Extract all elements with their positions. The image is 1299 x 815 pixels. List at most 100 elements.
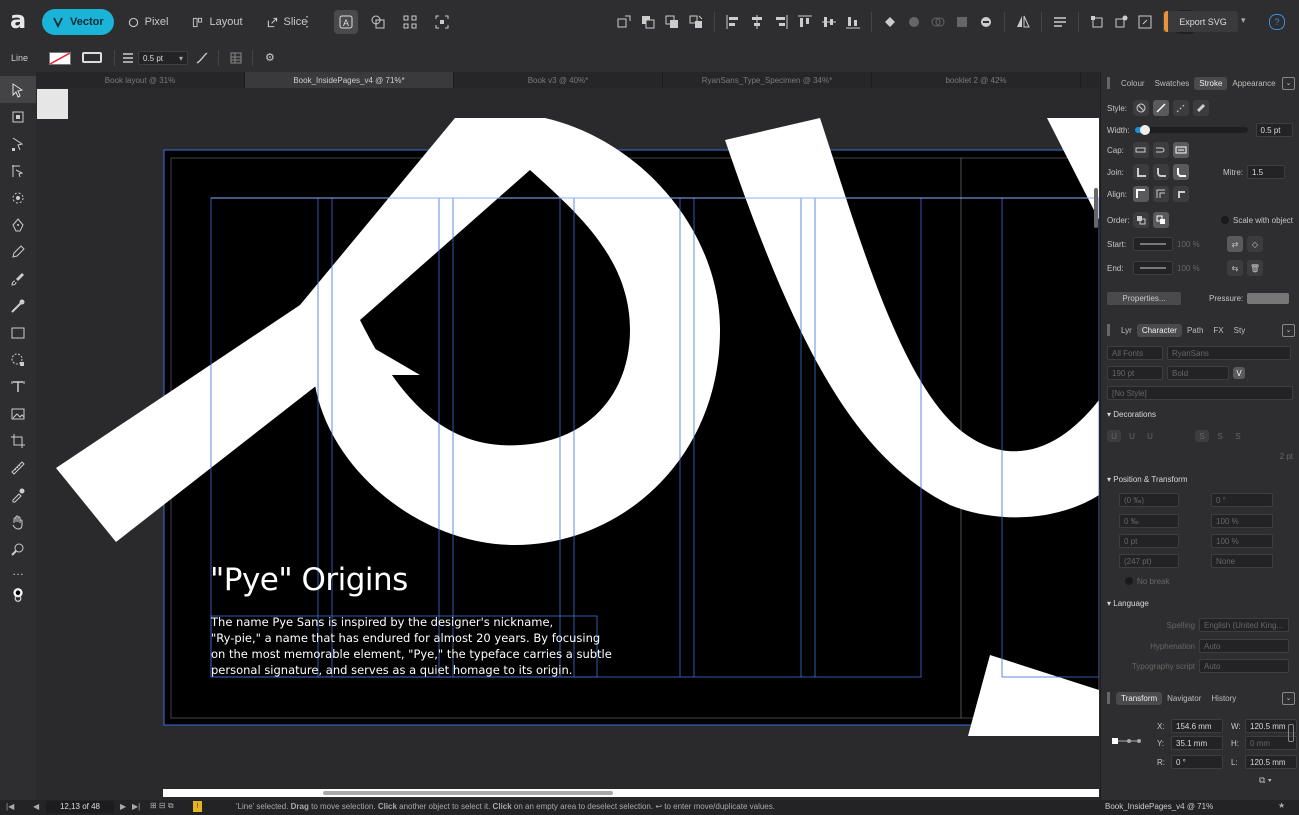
- contour-tool-icon[interactable]: [0, 184, 36, 211]
- zoom-tool-icon[interactable]: [0, 535, 36, 562]
- text-style-field[interactable]: [No Style]: [1107, 386, 1293, 400]
- dashed-line-icon[interactable]: [1173, 100, 1189, 116]
- decorations-header[interactable]: ▾ Decorations: [1101, 406, 1299, 422]
- x-field[interactable]: 154.6 mm: [1171, 719, 1223, 733]
- persona-vector[interactable]: Vector: [42, 9, 114, 35]
- body-text-frame[interactable]: The name Pye Sans is inspired by the des…: [211, 614, 612, 678]
- bevel-join-icon[interactable]: [1173, 164, 1189, 180]
- typography-field[interactable]: Auto: [1199, 659, 1289, 673]
- transform-icon[interactable]: [612, 10, 636, 34]
- hand-tool-icon[interactable]: [0, 508, 36, 535]
- align-middle-icon[interactable]: [817, 10, 841, 34]
- snapping-icon[interactable]: [430, 10, 454, 34]
- export-dropdown-icon[interactable]: ▾: [1241, 15, 1246, 26]
- pressure-graph[interactable]: [1247, 292, 1290, 304]
- subtract-icon[interactable]: [902, 10, 926, 34]
- baseline-field[interactable]: 0 pt: [1119, 534, 1179, 548]
- node-tool-icon[interactable]: [0, 130, 36, 157]
- measure-tool-icon[interactable]: [0, 454, 36, 481]
- horizontal-scale-field[interactable]: 100 %: [1211, 514, 1273, 528]
- shear-field[interactable]: 0 °: [1211, 493, 1273, 507]
- text-frame-icon[interactable]: A: [334, 10, 358, 34]
- case-field[interactable]: None: [1211, 554, 1273, 568]
- pencil-tool-icon[interactable]: [0, 238, 36, 265]
- tab-transform[interactable]: Transform: [1116, 691, 1163, 705]
- r-field[interactable]: 0 °: [1171, 755, 1223, 769]
- strike-style-icon[interactable]: S: [1231, 430, 1245, 442]
- picture-frame-icon[interactable]: [0, 400, 36, 427]
- align-right-icon[interactable]: [769, 10, 793, 34]
- help-icon[interactable]: ?: [1269, 14, 1285, 30]
- hyphenation-field[interactable]: Auto: [1199, 639, 1289, 653]
- move-forward-icon[interactable]: [660, 10, 684, 34]
- texture-line-icon[interactable]: [1193, 100, 1209, 116]
- width-slider-knob[interactable]: [1139, 125, 1150, 135]
- position-transform-header[interactable]: ▾ Position & Transform: [1101, 471, 1299, 487]
- favorite-icon[interactable]: ★: [1278, 801, 1285, 810]
- last-page-icon[interactable]: ▶|: [132, 802, 140, 811]
- round-cap-icon[interactable]: [1153, 142, 1169, 158]
- tab-path[interactable]: Path: [1182, 324, 1208, 337]
- color-swatches-icon[interactable]: [0, 580, 36, 610]
- artboard-tool-icon[interactable]: [0, 103, 36, 130]
- more-menu-icon[interactable]: ⋮: [300, 14, 314, 28]
- align-inside-stroke-icon[interactable]: [1153, 186, 1169, 202]
- move-front-icon[interactable]: [684, 10, 708, 34]
- kerning-field[interactable]: (0 ‰): [1119, 493, 1179, 507]
- next-page-icon[interactable]: ▶: [120, 802, 126, 811]
- app-logo[interactable]: a: [10, 8, 34, 33]
- tab-booklet-2[interactable]: booklet 2 @ 42%: [872, 72, 1081, 88]
- text-align-icon[interactable]: [1048, 10, 1072, 34]
- tab-layers[interactable]: Lyr: [1116, 324, 1137, 337]
- corner-tool-icon[interactable]: [0, 157, 36, 184]
- insert-inside-icon[interactable]: [1085, 10, 1109, 34]
- arrow-position-icon[interactable]: ◇: [1247, 236, 1263, 252]
- divide-icon[interactable]: [974, 10, 998, 34]
- tab-type-specimen[interactable]: RyanSans_Type_Specimen @ 34%*: [663, 72, 872, 88]
- fill-swatch[interactable]: [49, 52, 71, 65]
- grid-icon[interactable]: [230, 52, 242, 64]
- stroke-behind-icon[interactable]: [1133, 212, 1149, 228]
- tracking-field[interactable]: 0 ‰: [1119, 514, 1179, 528]
- font-family-field[interactable]: RyanSans: [1167, 346, 1291, 360]
- align-top-icon[interactable]: [793, 10, 817, 34]
- solid-line-icon[interactable]: [1153, 100, 1169, 116]
- align-center-icon[interactable]: [745, 10, 769, 34]
- artboard-svg[interactable]: [36, 88, 1099, 800]
- pressure-curve-icon[interactable]: [196, 52, 208, 64]
- double-strike-icon[interactable]: S: [1213, 430, 1227, 442]
- pen-tool-icon[interactable]: [0, 211, 36, 238]
- prev-page-icon[interactable]: ◀: [33, 802, 39, 811]
- vertical-scale-field[interactable]: 100 %: [1211, 534, 1273, 548]
- align-outside-stroke-icon[interactable]: [1173, 186, 1189, 202]
- tab-character[interactable]: Character: [1136, 323, 1182, 337]
- tab-appearance[interactable]: Appearance: [1227, 77, 1280, 90]
- font-variant-icon[interactable]: V: [1233, 367, 1245, 379]
- properties-button[interactable]: Properties...: [1107, 291, 1181, 305]
- stroke-swatch[interactable]: [82, 52, 102, 63]
- vector-brush-tool-icon[interactable]: [0, 265, 36, 292]
- insert-top-icon[interactable]: [1133, 10, 1157, 34]
- warning-icon[interactable]: !: [193, 801, 202, 812]
- tab-book-v3[interactable]: Book v3 @ 40%*: [454, 72, 663, 88]
- delete-arrows-icon[interactable]: 🗑: [1247, 260, 1263, 276]
- swap-ends-icon[interactable]: ⇆: [1227, 260, 1243, 276]
- transform-options-icon[interactable]: ⧉ ▾: [1259, 775, 1272, 786]
- font-weight-field[interactable]: Bold: [1167, 366, 1229, 380]
- tab-history[interactable]: History: [1206, 692, 1241, 705]
- round-join-icon[interactable]: [1153, 164, 1169, 180]
- strikethrough-icon[interactable]: S: [1195, 430, 1209, 442]
- horizontal-scrollbar[interactable]: [163, 789, 1099, 797]
- butt-cap-icon[interactable]: [1133, 142, 1149, 158]
- insert-behind-icon[interactable]: [1109, 10, 1133, 34]
- y-field[interactable]: 35.1 mm: [1171, 736, 1223, 750]
- anchor-point-selector[interactable]: [1112, 736, 1142, 748]
- settings-gear-icon[interactable]: ⚙: [265, 51, 275, 64]
- width-slider[interactable]: [1134, 125, 1248, 135]
- vertical-scrollbar-thumb[interactable]: [1094, 188, 1098, 228]
- color-picker-icon[interactable]: [0, 481, 36, 508]
- font-collection-field[interactable]: All Fonts: [1107, 346, 1163, 360]
- double-underline-icon[interactable]: U: [1125, 430, 1139, 442]
- tab-styles[interactable]: Sty: [1229, 324, 1251, 337]
- no-break-toggle[interactable]: [1125, 577, 1133, 585]
